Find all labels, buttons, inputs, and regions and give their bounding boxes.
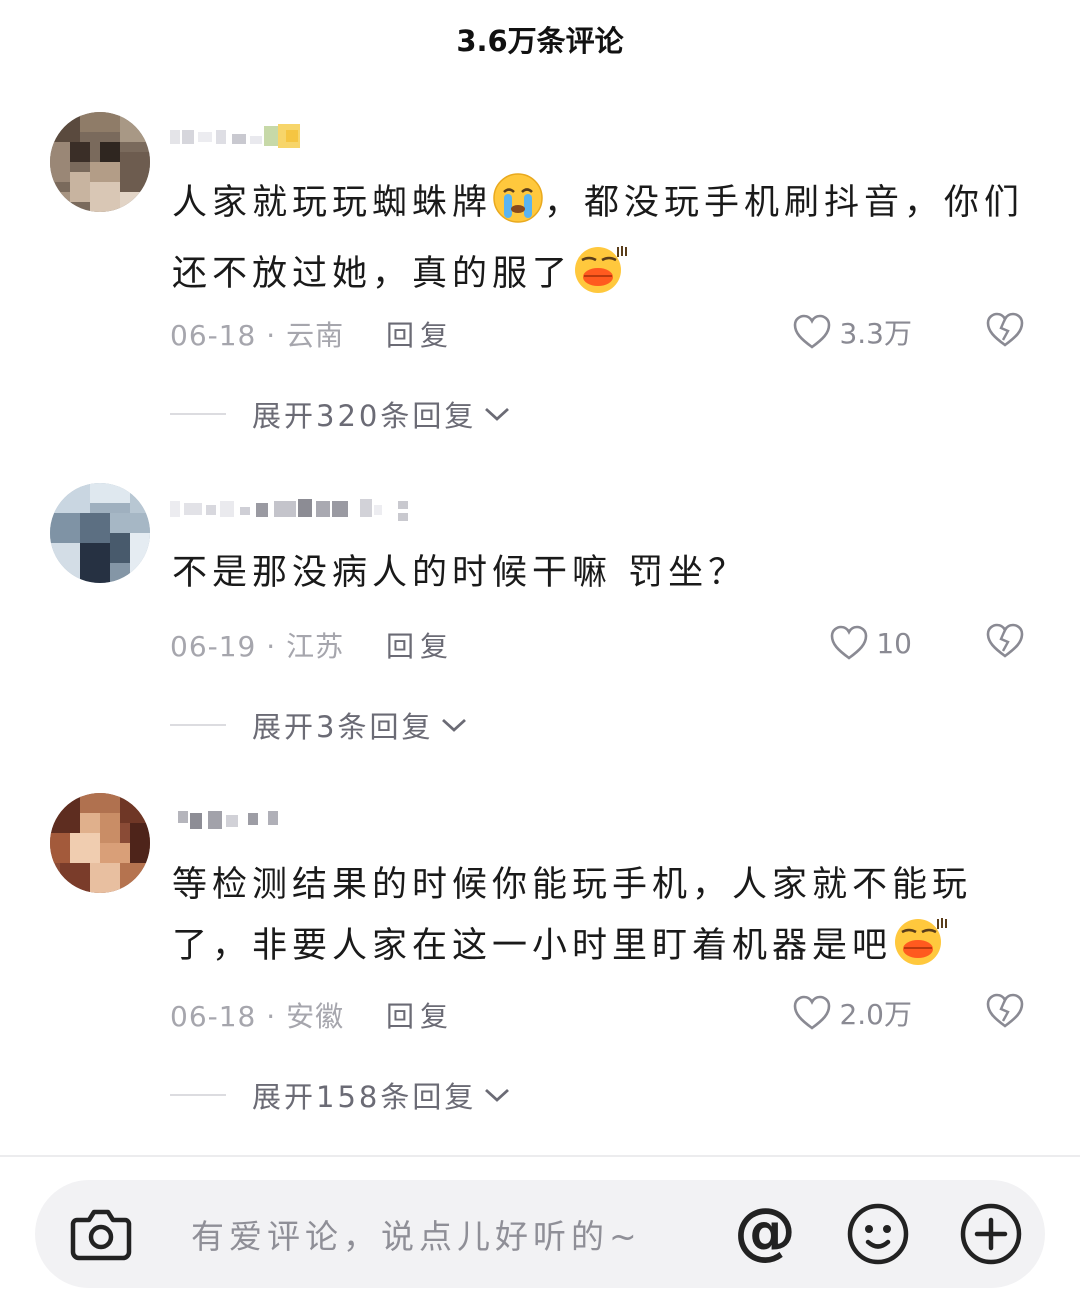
reply-button[interactable]: 回复 (386, 625, 454, 665)
divider-line (170, 413, 226, 415)
chevron-down-icon (485, 407, 510, 421)
heart-icon (794, 314, 831, 349)
heart-icon (794, 995, 831, 1030)
plus-icon[interactable] (959, 1202, 1023, 1266)
expand-replies-button[interactable]: 展开3条回复 (170, 705, 469, 745)
expand-replies-button[interactable]: 展开320条回复 (170, 394, 512, 434)
comment-text: 等检测结果的时候你能玩手机，人家就不能玩了，非要人家在这一小时里盯着机器是吧 (172, 855, 1032, 986)
like-button[interactable]: 3.3万 (793, 310, 912, 354)
broken-heart-icon[interactable] (986, 623, 1024, 659)
comment-date-location: 06-18 · 安徽 (170, 1000, 345, 1033)
crying-face-icon (492, 172, 544, 243)
input-divider (0, 1155, 1080, 1157)
comment-input-bar[interactable]: 有爱评论，说点儿好听的~ @ (35, 1180, 1045, 1288)
comment-date-location: 06-19 · 江苏 (170, 630, 345, 663)
username-redacted[interactable] (170, 120, 305, 154)
avatar[interactable] (50, 793, 150, 893)
username-redacted[interactable] (170, 491, 415, 525)
broken-heart-icon[interactable] (986, 993, 1024, 1029)
at-mention-icon[interactable]: @ (732, 1200, 798, 1266)
like-button[interactable]: 2.0万 (793, 991, 912, 1035)
comment-count-title: 3.6万条评论 (456, 24, 624, 58)
comment-meta: 06-19 · 江苏 回复 10 (170, 621, 1030, 665)
like-count: 10 (876, 626, 912, 660)
comment-text: 人家就玩玩蜘蛛牌 ，都没玩手机刷抖音，你们还不放过她，真的服了 (172, 172, 1032, 314)
chevron-down-icon (442, 718, 467, 732)
avatar[interactable] (50, 483, 150, 583)
like-count: 2.0万 (839, 998, 912, 1031)
like-count: 3.3万 (839, 317, 912, 350)
comment-meta: 06-18 · 云南 回复 3.3万 (170, 310, 1030, 354)
avatar[interactable] (50, 112, 150, 212)
chevron-down-icon (485, 1088, 510, 1102)
divider-line (170, 1094, 226, 1096)
reply-button[interactable]: 回复 (386, 314, 454, 354)
camera-icon[interactable] (69, 1204, 133, 1264)
like-button[interactable]: 10 (830, 621, 912, 665)
comment-meta: 06-18 · 安徽 回复 2.0万 (170, 991, 1030, 1035)
comments-page: 3.6万条评论 人家就玩玩蜘蛛牌 ，都没玩手机刷抖音，你们还不放过她，真的服了 … (0, 0, 1080, 1313)
emoji-icon[interactable] (846, 1202, 910, 1266)
smirk-face-icon (892, 915, 948, 986)
heart-icon (831, 625, 868, 660)
smirk-face-icon (572, 243, 628, 314)
divider-line (170, 724, 226, 726)
svg-text:@: @ (734, 1200, 796, 1266)
comment-input-placeholder[interactable]: 有爱评论，说点儿好听的~ (191, 1210, 642, 1258)
reply-button[interactable]: 回复 (386, 995, 454, 1035)
username-redacted[interactable] (170, 801, 285, 835)
comment-date-location: 06-18 · 云南 (170, 319, 345, 352)
broken-heart-icon[interactable] (986, 312, 1024, 348)
comment-text: 不是那没病人的时候干嘛 罚坐？ (172, 553, 749, 593)
expand-replies-button[interactable]: 展开158条回复 (170, 1075, 512, 1115)
